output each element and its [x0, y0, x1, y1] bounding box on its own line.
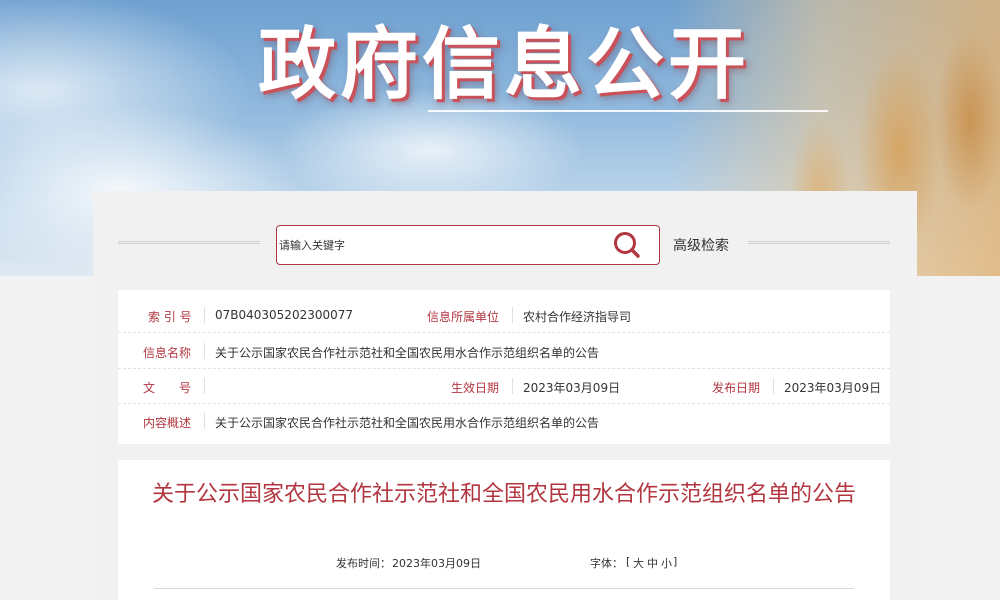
font-small-link[interactable]: 小 [661, 555, 672, 571]
search-box [276, 225, 660, 265]
info-table: 索 引 号 07B040305202300077 信息所属单位 农村合作经济指导… [118, 290, 890, 444]
publish-date-value: 2023年03月09日 [784, 381, 882, 395]
search-icon [614, 232, 640, 258]
article: 关于公示国家农民合作社示范社和全国农民用水合作示范组织名单的公告 发布时间： 2… [118, 460, 890, 600]
publish-time-label: 发布时间： [336, 557, 391, 570]
article-divider [154, 588, 854, 589]
separator [204, 343, 205, 359]
info-row-name: 信息名称 关于公示国家农民合作社示范社和全国农民用水合作示范组织名单的公告 [118, 334, 890, 369]
search-input[interactable] [279, 228, 599, 262]
index-value: 07B040305202300077 [215, 308, 354, 322]
info-row-doc: 文 号 生效日期 2023年03月09日 发布日期 2023年03月09日 [118, 369, 890, 404]
summary-label: 内容概述 [143, 416, 192, 430]
separator [204, 307, 205, 323]
separator [512, 307, 513, 323]
font-large-link[interactable]: 大 [633, 555, 644, 571]
publish-time-value: 2023年03月09日 [392, 557, 481, 570]
effective-date-label: 生效日期 [451, 381, 500, 395]
search-decoration-right [748, 241, 890, 244]
font-size-close-bracket: ] [673, 555, 678, 568]
banner-title: 政府信息公开 [258, 20, 751, 110]
org-label: 信息所属单位 [427, 310, 500, 324]
font-size-open-bracket: [ [626, 555, 631, 568]
search-button[interactable] [611, 230, 645, 260]
summary-value: 关于公示国家农民合作社示范社和全国农民用水合作示范组织名单的公告 [215, 416, 600, 430]
name-value: 关于公示国家农民合作社示范社和全国农民用水合作示范组织名单的公告 [215, 346, 600, 360]
effective-date-value: 2023年03月09日 [523, 381, 621, 395]
name-label: 信息名称 [143, 346, 192, 360]
info-row-index: 索 引 号 07B040305202300077 信息所属单位 农村合作经济指导… [118, 298, 890, 333]
advanced-search-link[interactable]: 高级检索 [673, 235, 729, 255]
separator [204, 413, 205, 429]
index-label: 索 引 号 [148, 310, 192, 324]
publish-date-label: 发布日期 [712, 381, 761, 395]
doc-no-label: 文 号 [143, 381, 192, 395]
font-size-label: 字体： [590, 557, 623, 570]
search-decoration-left [118, 241, 260, 244]
org-value: 农村合作经济指导司 [523, 310, 632, 324]
article-title: 关于公示国家农民合作社示范社和全国农民用水合作示范组织名单的公告 [151, 482, 856, 507]
font-medium-link[interactable]: 中 [647, 555, 658, 571]
info-row-summary: 内容概述 关于公示国家农民合作社示范社和全国农民用水合作示范组织名单的公告 [118, 404, 890, 439]
separator [512, 378, 513, 394]
separator [204, 378, 205, 394]
separator [773, 378, 774, 394]
banner-divider [428, 110, 828, 112]
